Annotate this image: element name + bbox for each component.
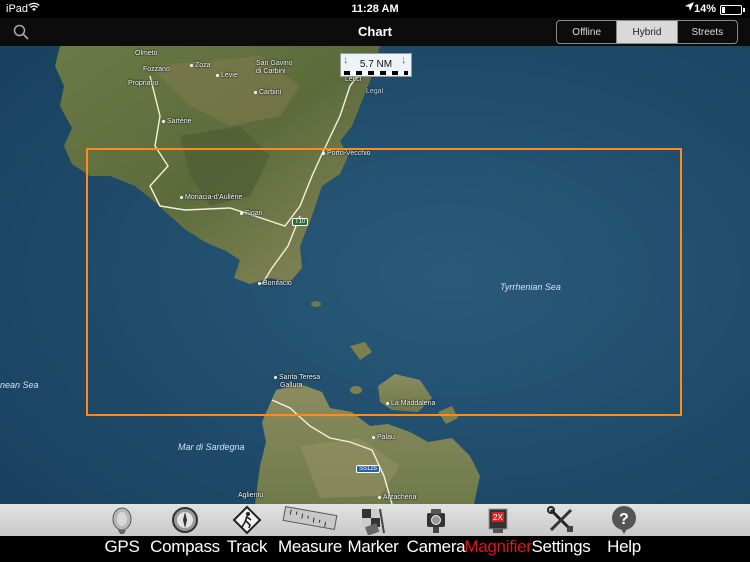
help-bubble-icon: ? <box>609 505 639 535</box>
map-label: Sartène <box>162 118 192 125</box>
magnifier-2x-icon: 2X <box>483 505 513 535</box>
marker-button[interactable]: Marker <box>347 504 399 562</box>
track-label: Track <box>226 537 268 556</box>
chart-coverage-frame <box>86 148 682 416</box>
segment-hybrid[interactable]: Hybrid <box>617 21 678 43</box>
map-label: di Carbini <box>256 68 286 75</box>
satellite-dish-icon <box>107 505 137 535</box>
settings-label: Settings <box>531 537 591 556</box>
map-label: San Gavino <box>256 60 293 67</box>
battery-level-fill <box>722 7 725 13</box>
chart-map[interactable]: Olmeto Fozzano Propriano Zoza Levie San … <box>0 46 750 504</box>
magnifier-label: Magnifier <box>464 537 532 556</box>
camera-icon <box>421 505 451 535</box>
map-label: Olmeto <box>135 50 158 57</box>
map-label: Lecci <box>345 76 362 83</box>
magnifier-button[interactable]: 2X Magnifier <box>464 504 532 562</box>
road-sign-ss125: SS125 <box>356 465 381 473</box>
marker-label: Marker <box>347 537 399 556</box>
navigation-bar: Chart Offline Hybrid Streets <box>0 18 750 46</box>
map-label: Palau <box>372 434 395 441</box>
sea-label: nean Sea <box>0 380 39 390</box>
location-arrow-icon <box>685 2 694 14</box>
map-label: Carbini <box>254 89 281 96</box>
compass-icon <box>170 505 200 535</box>
map-label: Arzachena <box>378 494 416 501</box>
compass-button[interactable]: Compass <box>150 504 220 562</box>
gps-label: GPS <box>104 537 140 556</box>
camera-button[interactable]: Camera <box>406 504 466 562</box>
wrench-screwdriver-icon <box>546 505 576 535</box>
compass-label: Compass <box>150 537 220 556</box>
map-type-segmented-control: Offline Hybrid Streets <box>556 20 738 44</box>
bottom-toolbar: GPS Compass Track Measure Marker Camera … <box>0 504 750 562</box>
track-sign-icon <box>232 505 262 535</box>
ruler-icon <box>282 505 338 535</box>
gps-button[interactable]: GPS <box>104 504 140 562</box>
svg-text:2X: 2X <box>493 513 503 522</box>
marker-flag-icon <box>358 505 388 536</box>
arrow-down-icon: ↓ <box>401 54 407 66</box>
map-label: Fozzano <box>143 66 170 73</box>
help-label: Help <box>607 537 641 556</box>
map-label: Zoza <box>190 62 211 69</box>
status-bar: iPad 11:28 AM 14% <box>0 0 750 18</box>
map-label: Propriano <box>128 80 159 87</box>
segment-offline[interactable]: Offline <box>557 21 618 43</box>
help-button[interactable]: ? Help <box>604 504 644 562</box>
svg-text:?: ? <box>619 511 629 528</box>
segment-streets[interactable]: Streets <box>678 21 737 43</box>
sea-label: Mar di Sardegna <box>178 442 245 452</box>
camera-label: Camera <box>406 537 466 556</box>
track-button[interactable]: Track <box>226 504 268 562</box>
status-time: 11:28 AM <box>351 3 399 15</box>
map-label: Aglientu <box>238 492 264 499</box>
battery-percent: 14% <box>693 3 716 15</box>
scale-ticks <box>344 71 408 75</box>
scale-bar: ↓ 5.7 NM ↓ <box>340 53 412 77</box>
map-legal-link[interactable]: Legal <box>366 88 383 95</box>
battery-icon <box>720 5 745 15</box>
map-label: Levie <box>216 72 238 79</box>
measure-button[interactable]: Measure <box>277 504 343 562</box>
measure-label: Measure <box>277 537 343 556</box>
settings-button[interactable]: Settings <box>531 504 591 562</box>
